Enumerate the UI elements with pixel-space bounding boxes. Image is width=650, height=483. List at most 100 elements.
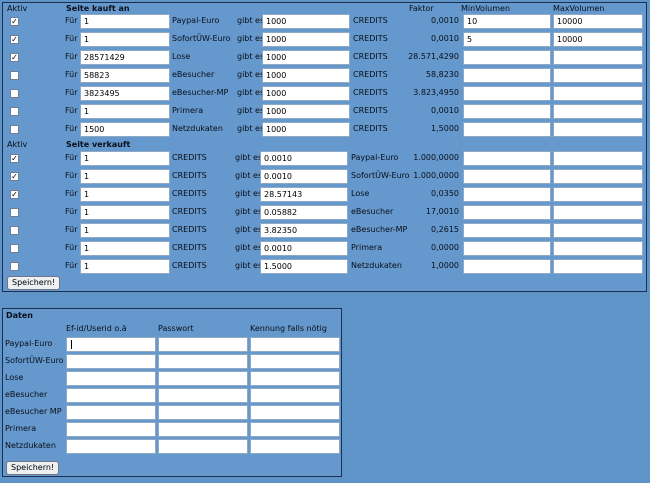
min-volume-input[interactable] <box>463 241 551 256</box>
active-checkbox[interactable]: ✓ <box>10 172 19 181</box>
kennung-input[interactable] <box>250 371 340 386</box>
faktor-value: 1,0000 <box>431 261 459 270</box>
value-input[interactable]: 0.0010 <box>260 241 348 256</box>
max-volume-input[interactable] <box>553 68 643 83</box>
amount-input[interactable]: 1 <box>80 14 170 29</box>
min-volume-input[interactable] <box>463 223 551 238</box>
target-label: Lose <box>351 189 370 198</box>
min-volume-input[interactable] <box>463 187 551 202</box>
max-volume-input[interactable] <box>553 187 643 202</box>
max-volume-input[interactable] <box>553 223 643 238</box>
amount-input[interactable]: 58823 <box>80 68 170 83</box>
amount-input[interactable]: 1 <box>80 104 170 119</box>
kennung-input[interactable] <box>250 388 340 403</box>
value-input[interactable]: 0.0010 <box>260 169 348 184</box>
active-checkbox[interactable] <box>10 226 19 235</box>
amount-input[interactable]: 1 <box>80 205 170 220</box>
max-volume-input[interactable]: 10000 <box>553 32 643 47</box>
account-id-input[interactable] <box>66 337 156 352</box>
account-id-input[interactable] <box>66 439 156 454</box>
active-checkbox[interactable] <box>10 107 19 116</box>
fuer-label: Für <box>65 124 78 133</box>
value-input[interactable]: 0.0010 <box>260 151 348 166</box>
min-volume-input[interactable] <box>463 50 551 65</box>
value-input[interactable]: 0.05882 <box>260 205 348 220</box>
credits-amount-input[interactable]: 1000 <box>262 104 350 119</box>
max-volume-input[interactable] <box>553 259 643 274</box>
min-volume-input[interactable] <box>463 86 551 101</box>
active-checkbox[interactable] <box>10 262 19 271</box>
account-label: Lose <box>5 373 24 382</box>
active-checkbox[interactable]: ✓ <box>10 53 19 62</box>
password-input[interactable] <box>158 371 248 386</box>
active-checkbox[interactable]: ✓ <box>10 35 19 44</box>
max-volume-input[interactable]: 10000 <box>553 14 643 29</box>
min-volume-input[interactable] <box>463 122 551 137</box>
kennung-input[interactable] <box>250 439 340 454</box>
active-checkbox[interactable]: ✓ <box>10 154 19 163</box>
max-volume-input[interactable] <box>553 122 643 137</box>
value-input[interactable]: 1.5000 <box>260 259 348 274</box>
password-input[interactable] <box>158 405 248 420</box>
max-volume-input[interactable] <box>553 50 643 65</box>
credits-amount-input[interactable]: 1000 <box>262 14 350 29</box>
kennung-input[interactable] <box>250 405 340 420</box>
save-exchange-button[interactable]: Speichern! <box>7 276 61 290</box>
kennung-input[interactable] <box>250 337 340 352</box>
min-volume-input[interactable] <box>463 169 551 184</box>
amount-input[interactable]: 1 <box>80 169 170 184</box>
amount-input[interactable]: 1500 <box>80 122 170 137</box>
account-id-input[interactable] <box>66 405 156 420</box>
max-volume-input[interactable] <box>553 169 643 184</box>
min-volume-input[interactable] <box>463 205 551 220</box>
amount-input[interactable]: 28571429 <box>80 50 170 65</box>
kennung-input[interactable] <box>250 422 340 437</box>
min-volume-input[interactable] <box>463 259 551 274</box>
active-checkbox[interactable]: ✓ <box>10 190 19 199</box>
max-volume-input[interactable] <box>553 241 643 256</box>
amount-input[interactable]: 1 <box>80 151 170 166</box>
password-input[interactable] <box>158 388 248 403</box>
active-checkbox[interactable] <box>10 89 19 98</box>
credits-amount-input[interactable]: 1000 <box>262 86 350 101</box>
active-checkbox[interactable] <box>10 208 19 217</box>
save-daten-button[interactable]: Speichern! <box>6 461 60 475</box>
min-volume-input[interactable] <box>463 68 551 83</box>
account-id-input[interactable] <box>66 371 156 386</box>
min-volume-input[interactable] <box>463 151 551 166</box>
credits-amount-input[interactable]: 1000 <box>262 50 350 65</box>
credits-amount-input[interactable]: 1000 <box>262 122 350 137</box>
amount-input[interactable]: 1 <box>80 241 170 256</box>
currency-label: Lose <box>172 52 191 61</box>
account-id-input[interactable] <box>66 422 156 437</box>
max-volume-input[interactable] <box>553 86 643 101</box>
max-volume-input[interactable] <box>553 151 643 166</box>
amount-input[interactable]: 3823495 <box>80 86 170 101</box>
amount-input[interactable]: 1 <box>80 32 170 47</box>
password-input[interactable] <box>158 422 248 437</box>
active-checkbox[interactable] <box>10 125 19 134</box>
password-input[interactable] <box>158 354 248 369</box>
amount-input[interactable]: 1 <box>80 259 170 274</box>
daten-col-kennung: Kennung falls nötig <box>250 324 327 333</box>
amount-input[interactable]: 1 <box>80 187 170 202</box>
password-input[interactable] <box>158 439 248 454</box>
active-checkbox[interactable] <box>10 244 19 253</box>
kennung-input[interactable] <box>250 354 340 369</box>
active-checkbox[interactable]: ✓ <box>10 17 19 26</box>
active-checkbox[interactable] <box>10 71 19 80</box>
amount-input[interactable]: 1 <box>80 223 170 238</box>
min-volume-input[interactable]: 5 <box>463 32 551 47</box>
gibt-es-label: gibt es <box>237 52 265 61</box>
password-input[interactable] <box>158 337 248 352</box>
credits-amount-input[interactable]: 1000 <box>262 68 350 83</box>
value-input[interactable]: 28.57143 <box>260 187 348 202</box>
value-input[interactable]: 3.82350 <box>260 223 348 238</box>
max-volume-input[interactable] <box>553 104 643 119</box>
max-volume-input[interactable] <box>553 205 643 220</box>
account-id-input[interactable] <box>66 388 156 403</box>
min-volume-input[interactable] <box>463 104 551 119</box>
credits-amount-input[interactable]: 1000 <box>262 32 350 47</box>
min-volume-input[interactable]: 10 <box>463 14 551 29</box>
account-id-input[interactable] <box>66 354 156 369</box>
